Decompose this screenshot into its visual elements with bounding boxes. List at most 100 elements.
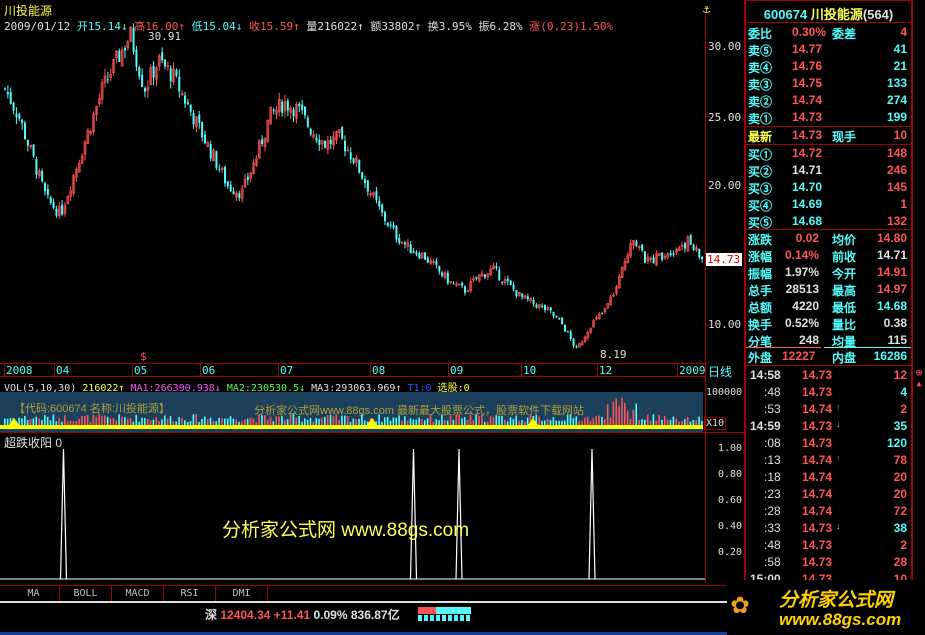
stat-row: 涨跌 0.02 均价 14.80 [746, 230, 911, 247]
candle-body [418, 253, 421, 259]
volume-bar [109, 418, 112, 425]
volume-bar [492, 417, 495, 425]
tick-row-cell: 38 [893, 521, 907, 535]
volume-bar [344, 415, 346, 425]
candle-body [526, 296, 529, 300]
candle-body [412, 251, 415, 253]
tick-row-cell: :28 [764, 504, 781, 518]
tick-row-cell: ↓ [836, 521, 841, 531]
candle-body [306, 117, 309, 127]
candle-body [415, 252, 418, 255]
tick-row-cell: 14.73 [802, 521, 833, 535]
volume-bar [229, 416, 232, 425]
crosshair-icon[interactable]: ⊕ [913, 366, 925, 379]
candle-body [304, 106, 306, 116]
volume-bar [26, 420, 29, 425]
tick-row-cell: 14.74 [802, 504, 833, 518]
candle-body [341, 126, 344, 139]
tick-row-cell: 28 [893, 555, 907, 569]
volume-bar [218, 417, 220, 425]
tab-boll[interactable]: BOLL [60, 586, 112, 601]
candle-body [495, 266, 498, 269]
candle-body [118, 51, 121, 62]
volume-bar [104, 415, 106, 425]
tab-dmi[interactable]: DMI [216, 586, 268, 601]
volume-bar [178, 417, 180, 425]
kline-area[interactable]: 川投能源 2009/01/12 开15.14↓ 高16.00↑ 低15.04↓ … [0, 0, 745, 585]
volume-bar [121, 416, 123, 425]
volume-bar [169, 415, 172, 425]
volume-bar [221, 418, 223, 425]
volume-bar [166, 418, 169, 425]
candle-body [555, 315, 558, 318]
candle-body [389, 224, 392, 226]
volume-bar [215, 421, 218, 425]
index-amount: 836.87亿 [350, 608, 400, 622]
candle-body [224, 166, 226, 184]
indicator-chart [0, 448, 705, 580]
candle-body [566, 331, 569, 333]
volume-bar [329, 414, 332, 425]
candle-body [192, 113, 195, 125]
volume-bar [669, 419, 672, 425]
volume-bar [38, 418, 40, 425]
candle-body [106, 79, 109, 81]
volume-bar [624, 402, 626, 425]
candle-body [218, 169, 221, 171]
volume-bar [561, 420, 563, 425]
candle-body [198, 114, 201, 123]
buy-row-cell: 买④ [748, 199, 773, 213]
tick-row-cell: ↑ [836, 402, 841, 412]
tick-row-cell: :48 [764, 538, 781, 552]
buy-row-cell: 14.70 [792, 180, 823, 194]
volume-bar [581, 421, 583, 425]
candle-body [52, 202, 55, 208]
buy-row: 买① 14.72 148 [746, 145, 911, 162]
candle-body [324, 140, 326, 148]
ind-tick: 1.00 [718, 443, 743, 454]
price-tick: 25.00 [708, 111, 742, 124]
volume-bar [289, 414, 292, 425]
candle-body [464, 286, 466, 293]
tick-row: :23 14.74 20 [746, 486, 911, 503]
volume-bar [435, 419, 438, 425]
sell-row-cell: 274 [886, 93, 907, 107]
candle-body [452, 283, 455, 285]
date-tick: 07 [278, 364, 294, 377]
tab-rsi[interactable]: RSI [164, 586, 216, 601]
volume-bar [24, 415, 26, 425]
volume-bar [155, 417, 158, 425]
volume-bar [298, 415, 300, 425]
period-label[interactable]: 日线 [708, 363, 732, 380]
volume-bar [358, 418, 360, 425]
volume-bar [132, 421, 135, 425]
volume-bar [649, 420, 652, 425]
stat-row-cell: 涨跌 [748, 233, 773, 247]
volume-bar [644, 419, 646, 425]
candle-body [21, 119, 24, 124]
weibi-row: 委比 0.30% 委差 4 [748, 25, 907, 41]
date-tick: 06 [200, 364, 216, 377]
scrollbar[interactable]: ⊕ ▲ [912, 0, 925, 585]
candle-body [141, 74, 144, 87]
tick-row-cell: :48 [764, 385, 781, 399]
volume-bar [598, 415, 600, 425]
volume-bar [498, 415, 500, 425]
volume-bar [49, 420, 52, 425]
volume-bar [404, 416, 406, 425]
scroll-up-icon[interactable]: ▲ [913, 379, 925, 388]
volume-bar [135, 414, 138, 425]
volume-bar [158, 420, 160, 425]
volume-bar [478, 415, 480, 425]
down-ratio-bar [436, 607, 471, 614]
candle-body [409, 244, 412, 254]
volume-bar [549, 420, 552, 425]
date-tick: 08 [370, 364, 386, 377]
stat-row-cell: 248 [798, 333, 819, 347]
tab-ma[interactable]: MA [8, 586, 60, 601]
volume-bar [604, 419, 606, 425]
tab-macd[interactable]: MACD [112, 586, 164, 601]
date-tick: 10 [521, 364, 537, 377]
volume-bar [421, 419, 423, 425]
candle-body [446, 272, 449, 284]
